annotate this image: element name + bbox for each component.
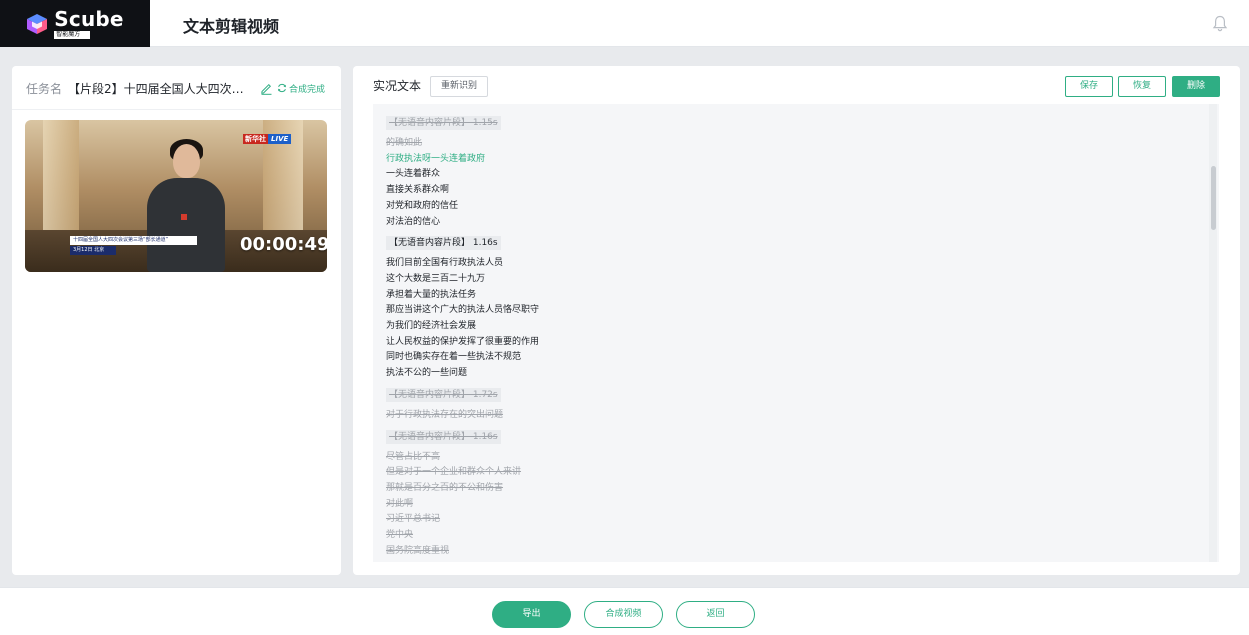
speaker-figure <box>147 178 225 272</box>
restore-button[interactable]: 恢复 <box>1118 76 1166 97</box>
video-timestamp: 00:00:49 <box>240 234 327 255</box>
back-button[interactable]: 返回 <box>676 601 755 628</box>
transcript-line[interactable]: 对党和政府的信任 <box>386 199 1186 215</box>
transcript-line[interactable]: 行政执法呀一头连着政府 <box>386 152 1186 168</box>
silence-segment-tag[interactable]: 【无语音内容片段】 1.16s <box>386 236 501 251</box>
page-title: 文本剪辑视频 <box>183 17 280 36</box>
scrollbar-thumb[interactable] <box>1211 166 1216 230</box>
bell-icon[interactable] <box>1212 15 1228 32</box>
top-header: Scube 智能魔方 文本剪辑视频 <box>0 0 1249 47</box>
cube-logo-icon <box>27 13 48 34</box>
sync-icon <box>278 83 286 93</box>
compose-video-button[interactable]: 合成视频 <box>584 601 663 628</box>
transcript-text-area[interactable]: 【无语音内容片段】 1.15s 的确如此 行政执法呀一头连着政府 一头连着群众 直接关系… <box>373 104 1219 562</box>
logo-text: Scube <box>54 6 124 31</box>
silence-segment-tag[interactable]: 【无语音内容片段】 1.15s <box>386 116 501 130</box>
transcript-line[interactable]: 为我们的经济社会发展 <box>386 319 1186 335</box>
transcript-line[interactable]: 一头连着群众 <box>386 167 1186 183</box>
reidentify-button[interactable]: 重新识别 <box>430 76 488 97</box>
live-badge-label: LIVE <box>268 134 292 144</box>
transcript-line[interactable]: 的确如此 <box>386 136 1186 152</box>
silence-segment-tag[interactable]: 【无语音内容片段】 1.72s <box>386 387 501 402</box>
transcript-line[interactable]: 这个大数是三百二十九万 <box>386 272 1186 288</box>
transcript-line[interactable]: 习近平总书记 <box>386 512 1186 528</box>
transcript-line[interactable]: 让人民权益的保护发挥了很重要的作用 <box>386 335 1186 351</box>
transcript-list: 【无语音内容片段】 1.15s 的确如此 行政执法呀一头连着政府 一头连着群众 直接关系… <box>386 110 1186 559</box>
silence-segment-row[interactable]: 【无语音内容片段】 1.72s <box>386 382 1186 408</box>
speaker-badge <box>181 214 187 220</box>
video-caption-date: 3月12日 北京 <box>70 246 116 255</box>
transcript-title: 实况文本 <box>373 79 422 93</box>
transcript-line[interactable]: 执法不公的一些问题 <box>386 366 1186 382</box>
logo[interactable]: Scube 智能魔方 <box>0 0 150 47</box>
logo-subtext: 智能魔方 <box>54 30 91 39</box>
transcript-line[interactable]: 对于行政执法存在的突出问题 <box>386 408 1186 424</box>
live-badge: 新华社 LIVE <box>243 134 292 144</box>
task-name: 【片段2】十四届全国人大四次会议第三场“部长通道” <box>68 81 250 96</box>
silence-segment-row[interactable]: 【无语音内容片段】 1.16s <box>386 424 1186 450</box>
task-row: 任务名 【片段2】十四届全国人大四次会议第三场“部长通道” 合成完成 <box>26 78 328 98</box>
divider <box>12 109 341 110</box>
transcript-line[interactable]: 尽管占比不高 <box>386 450 1186 466</box>
speaker-head <box>173 144 200 178</box>
live-badge-source: 新华社 <box>243 134 268 144</box>
transcript-line[interactable]: 直接关系群众啊 <box>386 183 1186 199</box>
status-text: 合成完成 <box>289 84 326 95</box>
edit-icon[interactable] <box>260 82 273 95</box>
silence-segment-tag[interactable]: 【无语音内容片段】 1.16s <box>386 429 501 444</box>
transcript-line[interactable]: 但是对于一个企业和群众个人来讲 <box>386 465 1186 481</box>
silence-segment-row[interactable]: 【无语音内容片段】 1.15s <box>386 110 1186 136</box>
transcript-line[interactable]: 对法治的信心 <box>386 215 1186 231</box>
video-thumbnail[interactable]: 新华社 LIVE 十四届全国人大四次会议第三场“部长通道” 3月12日 北京 0… <box>25 120 327 272</box>
transcript-line[interactable]: 党中央 <box>386 528 1186 544</box>
task-panel: 任务名 【片段2】十四届全国人大四次会议第三场“部长通道” 合成完成 新华社 L… <box>12 66 341 575</box>
footer-bar: 导出 合成视频 返回 <box>0 587 1249 635</box>
delete-button[interactable]: 删除 <box>1172 76 1220 97</box>
silence-segment-row[interactable]: 【无语音内容片段】 1.16s <box>386 230 1186 256</box>
transcript-panel: 实况文本 重新识别 保存 恢复 删除 【无语音内容片段】 1.15s 的确如此 行政… <box>353 66 1240 575</box>
export-button[interactable]: 导出 <box>492 601 571 628</box>
transcript-line[interactable]: 承担着大量的执法任务 <box>386 288 1186 304</box>
task-label: 任务名 <box>26 81 63 96</box>
transcript-line[interactable]: 那就是百分之百的不公和伤害 <box>386 481 1186 497</box>
scrollbar[interactable] <box>1209 104 1217 562</box>
transcript-line[interactable]: 国务院高度重视 <box>386 544 1186 560</box>
transcript-line[interactable]: 同时也确实存在着一些执法不规范 <box>386 350 1186 366</box>
transcript-line[interactable]: 我们目前全国有行政执法人员 <box>386 256 1186 272</box>
video-caption: 十四届全国人大四次会议第三场“部长通道” <box>70 236 197 245</box>
save-button[interactable]: 保存 <box>1065 76 1113 97</box>
transcript-line[interactable]: 对此啊 <box>386 497 1186 513</box>
transcript-line[interactable]: 那应当讲这个广大的执法人员恪尽职守 <box>386 303 1186 319</box>
